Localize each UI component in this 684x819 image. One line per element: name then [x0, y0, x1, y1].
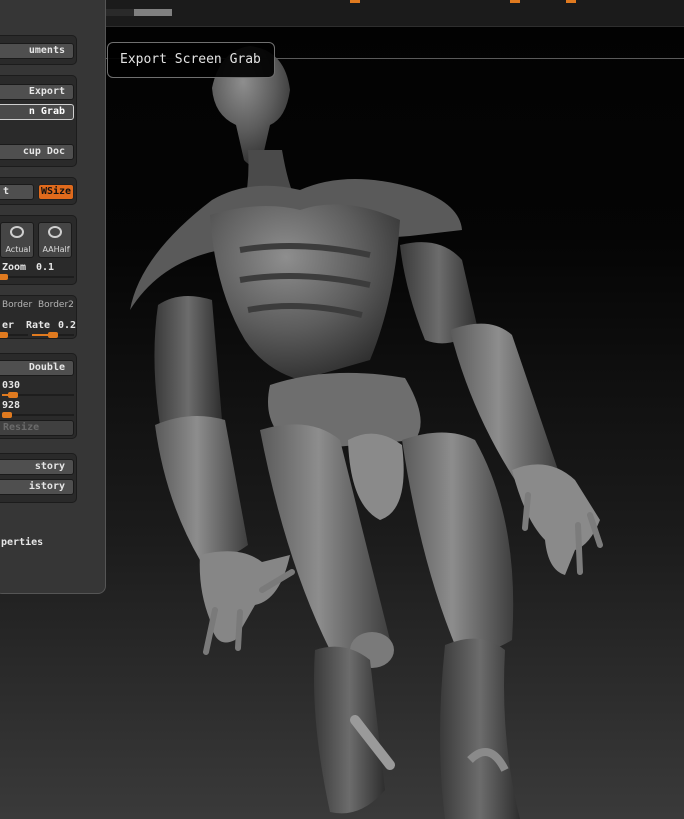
zoom-value: 0.1 [36, 262, 55, 273]
orange-marker [566, 0, 576, 3]
top-toolbar [76, 0, 684, 27]
document-palette: uments Export n Grab cup Doc t WSize Act… [0, 0, 106, 594]
tooltip-export-screen-grab: Export Screen Grab [107, 42, 275, 78]
rate-slider[interactable] [32, 332, 74, 338]
height-slider[interactable] [2, 412, 74, 418]
orange-marker [510, 0, 520, 3]
documents-group: uments [0, 35, 77, 65]
rate-value: 0.2 [58, 320, 77, 331]
history-group: story istory [0, 453, 77, 503]
width-slider[interactable] [2, 392, 74, 398]
resize-button: Resize [0, 420, 74, 436]
width-value: 030 [2, 380, 21, 391]
documents-button[interactable]: uments [0, 43, 74, 59]
height-slider-knob[interactable] [2, 412, 12, 418]
aahalf-label: AAHalf [42, 245, 70, 254]
scroll-thumb[interactable] [134, 9, 172, 16]
startup-doc-button[interactable]: cup Doc [0, 144, 74, 160]
magnifier-icon [48, 226, 62, 238]
double-button[interactable]: Double [0, 360, 74, 376]
clipped-slider-knob[interactable] [0, 332, 8, 338]
height-value: 928 [2, 400, 21, 411]
actual-label: Actual [5, 245, 31, 254]
size-group: t WSize [0, 177, 77, 205]
history-button-2[interactable]: istory [0, 479, 74, 495]
resolution-group: Double 030 928 Resize [0, 353, 77, 439]
history-button-1[interactable]: story [0, 459, 74, 475]
actual-button[interactable]: Actual [0, 222, 34, 258]
aahalf-button[interactable]: AAHalf [38, 222, 72, 258]
clipped-slider-label: er [2, 320, 15, 331]
zoom-slider-knob[interactable] [0, 274, 8, 280]
zoom-slider[interactable] [0, 274, 74, 280]
rate-slider-knob[interactable] [48, 332, 58, 338]
border-group: Border Border2 er Rate 0.2 [0, 295, 77, 339]
border2-label: Border2 [38, 300, 74, 310]
width-slider-knob[interactable] [8, 392, 18, 398]
magnifier-icon [10, 226, 24, 238]
border-label: Border [2, 300, 33, 310]
zoom-group: Actual AAHalf Zoom 0.1 [0, 215, 77, 285]
export-screen-grab-button[interactable]: n Grab [0, 104, 74, 120]
wsize-button[interactable]: WSize [38, 184, 74, 200]
export-button[interactable]: Export [0, 84, 74, 100]
clipped-button[interactable]: t [0, 184, 34, 200]
zoom-label: Zoom [2, 262, 27, 273]
clipped-slider[interactable] [0, 332, 28, 338]
orange-marker [350, 0, 360, 3]
export-group: Export n Grab cup Doc [0, 75, 77, 167]
rate-label: Rate [26, 320, 51, 331]
properties-subpalette[interactable]: perties [1, 537, 43, 548]
